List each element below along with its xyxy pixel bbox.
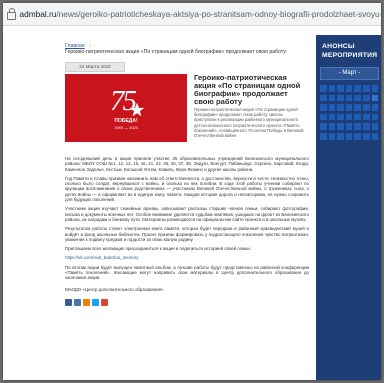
calendar-day-cell[interactable] (371, 104, 379, 111)
calendar-day-cell[interactable] (371, 123, 379, 130)
calendar-day-cell[interactable] (328, 132, 336, 140)
calendar-day-cell[interactable] (328, 113, 336, 121)
share-buttons (65, 298, 309, 306)
calendar-day-cell[interactable] (362, 85, 370, 92)
address-bar[interactable]: admbal.ru/news/geroiko-patrioticheskaya-… (3, 3, 381, 26)
calendar-day-cell[interactable] (337, 123, 344, 130)
calendar-day-cell[interactable] (328, 85, 336, 92)
sidebar-header: АНОНСЫ МЕРОПРИЯТИЯ (322, 43, 378, 59)
breadcrumb: Главная › Героико-патриотическая акция «… (65, 43, 297, 55)
calendar-day-cell[interactable] (362, 113, 370, 121)
url-path: /news/geroiko-patrioticheskaya-aktsiya-p… (56, 9, 381, 19)
calendar-day-cell[interactable] (345, 113, 353, 121)
date-badge: 22 Марта 2022 (65, 62, 125, 72)
article-lede: Героико-патриотическая акция «По страниц… (194, 107, 304, 139)
calendar-day-cell[interactable] (354, 123, 361, 130)
calendar-day-cell[interactable] (337, 85, 344, 92)
share-twitter-icon[interactable] (92, 298, 99, 306)
calendar-day-cell[interactable] (337, 104, 344, 111)
calendar-day-cell[interactable] (354, 132, 361, 140)
calendar-day-cell[interactable] (320, 104, 327, 111)
star-icon (129, 102, 145, 117)
calendar-day-cell[interactable] (362, 132, 370, 140)
browser-window: admbal.ru/news/geroiko-patrioticheskaya-… (3, 3, 381, 380)
article-paragraph: На сегодняшний день в акции приняли учас… (65, 156, 309, 172)
calendar-day-cell[interactable] (371, 113, 379, 121)
article-paragraph: Результатом работы станет электронная кн… (65, 226, 309, 242)
article-headline: Героико-патриотическая акция «По страниц… (194, 73, 301, 106)
url-text[interactable]: admbal.ru/news/geroiko-patrioticheskaya-… (19, 9, 381, 19)
calendar-grid (320, 85, 380, 143)
calendar-week-row (320, 123, 380, 130)
article-signature: МАОДО «Центр дополнительного образования… (65, 286, 164, 292)
calendar-day-cell[interactable] (371, 132, 379, 140)
calendar-day-cell[interactable] (362, 94, 370, 102)
calendar-day-cell[interactable] (354, 85, 361, 92)
calendar-day-cell[interactable] (354, 104, 361, 111)
calendar-week-row (320, 132, 380, 140)
calendar-day-cell[interactable] (320, 132, 327, 140)
calendar-day-cell[interactable] (345, 94, 353, 102)
calendar-week-row (320, 113, 380, 121)
events-sidebar: АНОНСЫ МЕРОПРИЯТИЯ - Март - (316, 35, 381, 380)
calendar-day-cell[interactable] (328, 123, 336, 130)
article-image: 75 ПОБЕДА! 1945 — 2020 (65, 74, 187, 142)
calendar-day-cell[interactable] (320, 113, 327, 121)
calendar-day-cell[interactable] (337, 113, 344, 121)
calendar-day-cell[interactable] (345, 132, 353, 140)
lock-icon (7, 8, 17, 20)
calendar-day-cell[interactable] (345, 104, 353, 111)
article-paragraph: По итогам акции будет выпущен памятный а… (65, 264, 309, 281)
article-body: На сегодняшний день в акции приняли учас… (65, 156, 309, 306)
breadcrumb-current: Героико-патриотическая акция «По страниц… (65, 49, 286, 55)
share-ok-icon[interactable] (83, 298, 90, 306)
calendar-month-selector[interactable]: - Март - (320, 67, 379, 80)
calendar-day-cell[interactable] (337, 132, 344, 140)
calendar-day-cell[interactable] (354, 94, 361, 102)
url-host: admbal.ru (19, 9, 57, 19)
calendar-day-cell[interactable] (328, 104, 336, 111)
calendar-day-cell[interactable] (320, 85, 327, 92)
calendar-day-cell[interactable] (320, 123, 327, 130)
victory-years: 1945 — 2020 (113, 125, 139, 130)
calendar-day-cell[interactable] (345, 123, 353, 130)
article-paragraph: Приглашаем всех желающих присоединиться … (65, 246, 251, 252)
calendar-day-cell[interactable] (328, 94, 336, 102)
calendar-week-row (320, 94, 380, 102)
calendar-day-cell[interactable] (362, 123, 370, 130)
calendar-week-row (320, 85, 380, 92)
calendar-day-cell[interactable] (320, 94, 327, 102)
calendar-day-cell[interactable] (354, 113, 361, 121)
share-facebook-icon[interactable] (65, 298, 72, 306)
share-google-icon[interactable] (101, 298, 108, 306)
article-link[interactable]: https://vk.com/club_balezino_memory (65, 255, 309, 260)
calendar-day-cell[interactable] (371, 85, 379, 92)
article-paragraph: Участники акции изучают семейные архивы,… (65, 206, 309, 222)
share-vk-icon[interactable] (74, 298, 81, 306)
victory-label: ПОБЕДА! (114, 118, 138, 124)
calendar-week-row (320, 104, 380, 111)
article-paragraph: Год Памяти и Славы призван напомнить нам… (65, 175, 309, 203)
calendar-day-cell[interactable] (362, 104, 370, 111)
calendar-day-cell[interactable] (345, 85, 353, 92)
calendar-day-cell[interactable] (371, 94, 379, 102)
calendar-day-cell[interactable] (337, 94, 344, 102)
